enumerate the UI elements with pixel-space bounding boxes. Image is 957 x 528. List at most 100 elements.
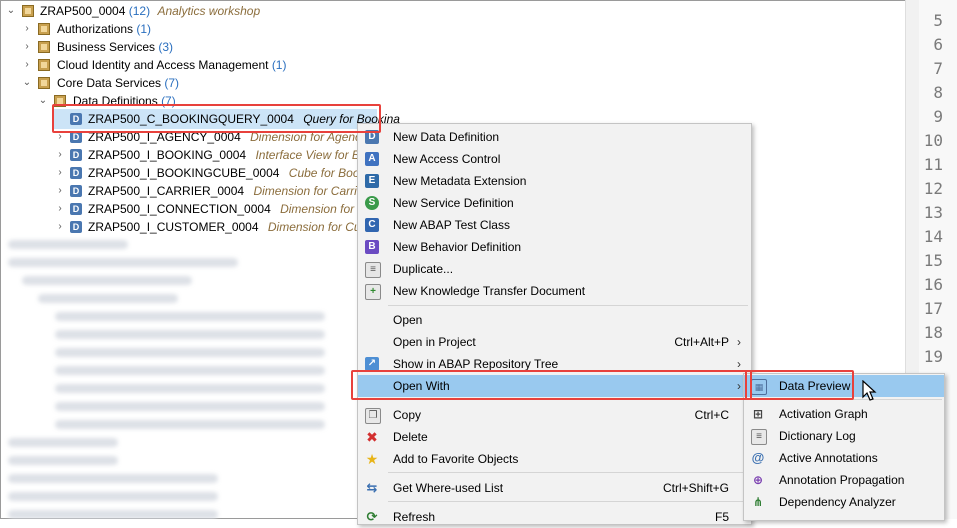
submenu-activation-graph[interactable]: ⊞ Activation Graph bbox=[744, 403, 944, 425]
delete-icon: ✖ bbox=[366, 429, 378, 445]
menu-add-to-favorites[interactable]: ★ Add to Favorite Objects bbox=[358, 448, 751, 470]
highlight-box-data-preview bbox=[745, 370, 854, 400]
tree-root-package[interactable]: ⌄ ZRAP500_0004 (12) Analytics workshop bbox=[0, 2, 560, 20]
menu-new-metadata-extension[interactable]: E New Metadata Extension bbox=[358, 170, 751, 192]
menu-label: New Access Control bbox=[393, 152, 501, 166]
menu-duplicate[interactable]: ≡ Duplicate... bbox=[358, 258, 751, 280]
tree-item[interactable]: › D ZRAP500_I_BOOKING_0004 Interface Vie… bbox=[0, 146, 379, 164]
annotations-icon: @ bbox=[751, 450, 765, 465]
item-count: (7) bbox=[164, 76, 180, 90]
shortcut-label: Ctrl+Alt+P bbox=[674, 335, 729, 349]
menu-label: Refresh bbox=[393, 510, 436, 524]
menu-refresh[interactable]: ⟳ Refresh F5 bbox=[358, 506, 751, 528]
package-icon bbox=[22, 5, 34, 17]
tree-folder-cloud-identity[interactable]: › Cloud Identity and Access Management (… bbox=[0, 56, 560, 74]
item-count: (1) bbox=[136, 22, 152, 36]
chevron-right-icon[interactable]: › bbox=[22, 56, 32, 74]
line-number: 14 bbox=[923, 227, 943, 246]
folder-label: Business Services bbox=[57, 40, 156, 54]
access-control-icon: A bbox=[365, 152, 379, 166]
item-count: (3) bbox=[158, 40, 174, 54]
knowledge-transfer-icon: + bbox=[365, 284, 381, 300]
copy-icon: ❐ bbox=[365, 408, 381, 424]
menu-label: New Behavior Definition bbox=[393, 240, 522, 254]
menu-copy[interactable]: ❐ Copy Ctrl+C bbox=[358, 404, 751, 426]
tree-item[interactable]: › D ZRAP500_I_BOOKINGCUBE_0004 Cube for … bbox=[0, 164, 381, 182]
menu-open[interactable]: Open bbox=[358, 309, 751, 331]
mouse-cursor-icon bbox=[862, 380, 877, 401]
menu-delete[interactable]: ✖ Delete bbox=[358, 426, 751, 448]
folder-label: Core Data Services bbox=[57, 76, 162, 90]
line-number: 15 bbox=[923, 251, 943, 270]
folder-icon bbox=[38, 77, 50, 89]
highlight-box-open-with bbox=[351, 370, 752, 400]
chevron-right-icon[interactable]: › bbox=[55, 182, 65, 200]
menu-new-access-control[interactable]: A New Access Control bbox=[358, 148, 751, 170]
item-name: ZRAP500_I_CONNECTION_0004 bbox=[88, 202, 271, 216]
tree-item[interactable]: › D ZRAP500_I_CARRIER_0004 Dimension for… bbox=[0, 182, 367, 200]
menu-label: Activation Graph bbox=[779, 407, 868, 421]
line-number: 10 bbox=[923, 131, 943, 150]
chevron-down-icon[interactable]: ⌄ bbox=[6, 2, 16, 20]
activation-graph-icon: ⊞ bbox=[752, 407, 764, 421]
chevron-right-icon[interactable]: › bbox=[55, 218, 65, 236]
tree-folder-business-services[interactable]: › Business Services (3) bbox=[0, 38, 560, 56]
line-number: 19 bbox=[923, 347, 943, 366]
menu-open-in-project[interactable]: Open in Project Ctrl+Alt+P › bbox=[358, 331, 751, 353]
menu-new-data-definition[interactable]: D New Data Definition bbox=[358, 126, 751, 148]
menu-label: Delete bbox=[393, 430, 428, 444]
folder-label: Authorizations bbox=[57, 22, 134, 36]
submenu-dependency-analyzer[interactable]: ⋔ Dependency Analyzer bbox=[744, 491, 944, 513]
where-used-icon: ⇆ bbox=[366, 480, 378, 495]
dependency-analyzer-icon: ⋔ bbox=[752, 495, 764, 509]
folder-label: Cloud Identity and Access Management bbox=[57, 58, 269, 72]
item-name: ZRAP500_I_CARRIER_0004 bbox=[88, 184, 245, 198]
data-definition-icon: D bbox=[70, 221, 82, 233]
submenu-dictionary-log[interactable]: ≡ Dictionary Log bbox=[744, 425, 944, 447]
menu-label: New Service Definition bbox=[393, 196, 514, 210]
menu-label: Dictionary Log bbox=[779, 429, 856, 443]
chevron-right-icon[interactable]: › bbox=[55, 146, 65, 164]
duplicate-icon: ≡ bbox=[365, 262, 381, 278]
highlight-box-selected-item bbox=[52, 104, 381, 133]
chevron-right-icon[interactable]: › bbox=[22, 20, 32, 38]
menu-get-where-used-list[interactable]: ⇆ Get Where-used List Ctrl+Shift+G bbox=[358, 477, 751, 499]
menu-new-abap-test-class[interactable]: C New ABAP Test Class bbox=[358, 214, 751, 236]
shortcut-label: Ctrl+C bbox=[694, 408, 729, 422]
menu-separator bbox=[388, 501, 748, 502]
dictionary-log-icon: ≡ bbox=[751, 429, 767, 445]
chevron-down-icon[interactable]: ⌄ bbox=[38, 92, 48, 110]
menu-new-behavior-definition[interactable]: B New Behavior Definition bbox=[358, 236, 751, 258]
menu-separator bbox=[388, 472, 748, 473]
chevron-right-icon[interactable]: › bbox=[55, 164, 65, 182]
tree-item[interactable]: › D ZRAP500_I_CONNECTION_0004 Dimension … bbox=[0, 200, 376, 218]
menu-new-service-definition[interactable]: S New Service Definition bbox=[358, 192, 751, 214]
chevron-right-icon[interactable]: › bbox=[55, 200, 65, 218]
tree-item[interactable]: › D ZRAP500_I_CUSTOMER_0004 Dimension fo… bbox=[0, 218, 380, 236]
chevron-down-icon[interactable]: ⌄ bbox=[22, 74, 32, 92]
menu-new-knowledge-transfer-document[interactable]: + New Knowledge Transfer Document bbox=[358, 280, 751, 302]
service-definition-icon: S bbox=[365, 196, 379, 210]
line-number: 18 bbox=[923, 323, 943, 342]
menu-label: New Metadata Extension bbox=[393, 174, 527, 188]
chevron-right-icon[interactable]: › bbox=[22, 38, 32, 56]
line-number: 13 bbox=[923, 203, 943, 222]
menu-label: Open bbox=[393, 313, 423, 327]
submenu-active-annotations[interactable]: @ Active Annotations bbox=[744, 447, 944, 469]
submenu-arrow-icon: › bbox=[737, 335, 741, 349]
annotation-propagation-icon: ⊕ bbox=[752, 473, 764, 487]
shortcut-label: F5 bbox=[714, 510, 729, 524]
package-description: Analytics workshop bbox=[157, 4, 261, 18]
menu-label: New Data Definition bbox=[393, 130, 500, 144]
package-name: ZRAP500_0004 bbox=[40, 4, 126, 18]
data-definition-icon: D bbox=[70, 185, 82, 197]
submenu-annotation-propagation[interactable]: ⊕ Annotation Propagation bbox=[744, 469, 944, 491]
tree-folder-core-data-services[interactable]: ⌄ Core Data Services (7) bbox=[0, 74, 560, 92]
context-menu: D New Data Definition A New Access Contr… bbox=[357, 123, 752, 525]
menu-label: Open in Project bbox=[393, 335, 476, 349]
menu-label: New Knowledge Transfer Document bbox=[393, 284, 586, 298]
tree-folder-authorizations[interactable]: › Authorizations (1) bbox=[0, 20, 560, 38]
folder-icon bbox=[38, 23, 50, 35]
line-number: 16 bbox=[923, 275, 943, 294]
repository-tree-icon: ↗ bbox=[365, 357, 379, 371]
